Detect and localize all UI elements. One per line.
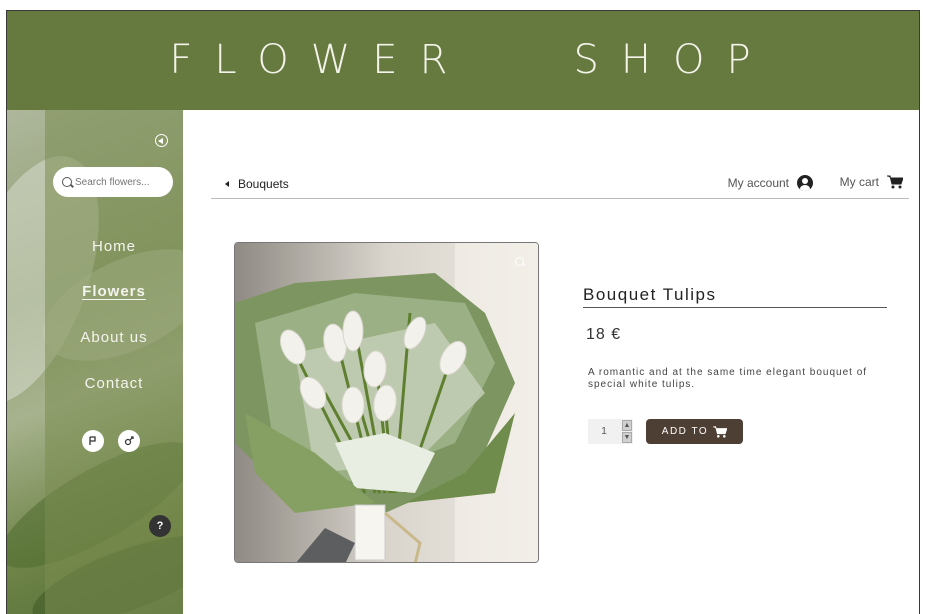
nav-flowers[interactable]: Flowers [45,283,183,300]
gender-icon[interactable] [118,430,140,452]
help-button[interactable]: ? [149,515,171,537]
product-description: A romantic and at the same time elegant … [588,367,868,390]
site-title: FLOWER SHOP [169,37,773,83]
user-icon [797,175,813,191]
my-account-label: My account [727,176,789,190]
nav-home[interactable]: Home [45,238,183,255]
search-input[interactable] [75,176,165,188]
my-cart-link[interactable]: My cart [840,175,903,189]
collapse-sidebar-icon[interactable] [155,134,168,147]
back-arrow-icon [225,181,229,187]
cart-icon [713,425,728,438]
breadcrumb[interactable]: Bouquets [225,177,289,191]
product-title: Bouquet Tulips [583,285,887,308]
sidebar: Home Flowers About us Contact ? [7,110,183,614]
quantity-input[interactable] [588,419,620,444]
quantity-up-icon[interactable]: ▲ [622,420,632,431]
product-image[interactable] [234,242,539,563]
top-bar: Bouquets My account My cart [211,171,909,199]
nav-about-us[interactable]: About us [45,329,183,346]
my-account-link[interactable]: My account [728,175,813,191]
my-cart-label: My cart [839,175,879,189]
search-box[interactable] [53,167,173,197]
add-to-cart-button[interactable]: ADD TO [646,419,743,444]
quantity-stepper: ▲ ▼ [588,419,633,444]
flag-icon[interactable] [82,430,104,452]
nav-contact[interactable]: Contact [45,375,183,392]
page-frame: FLOWER SHOP Home Flowers About us Contac… [6,10,920,614]
add-to-cart-label: ADD TO [661,426,709,437]
zoom-icon[interactable] [515,257,524,266]
cart-icon [887,175,903,189]
tulip-bouquet-image [235,243,538,562]
quantity-down-icon[interactable]: ▼ [622,432,632,443]
breadcrumb-label: Bouquets [238,177,289,191]
site-header: FLOWER SHOP [7,11,919,110]
product-price: 18 € [586,326,622,343]
search-icon [62,177,72,187]
